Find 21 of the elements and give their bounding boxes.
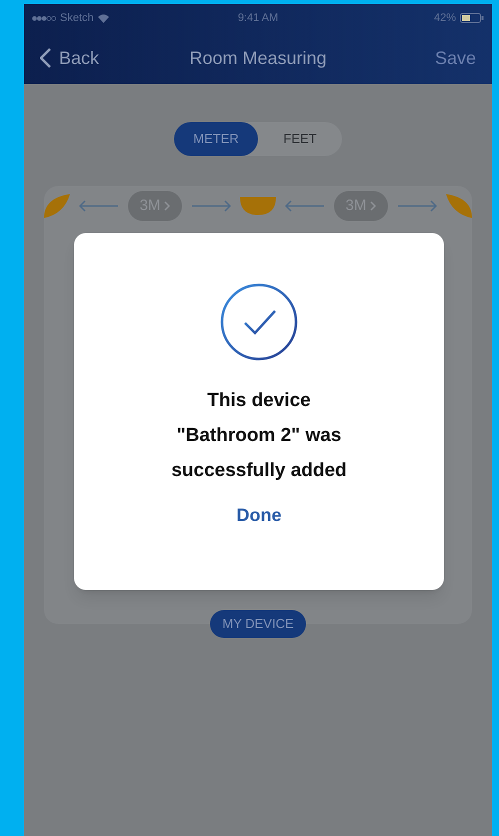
signal-icon	[32, 16, 56, 20]
chevron-right-icon	[164, 201, 170, 211]
clock-time: 9:41 AM	[238, 10, 278, 26]
carrier-name: Sketch	[60, 10, 94, 26]
unit-tab[interactable]: FEET	[258, 122, 342, 156]
chevron-right-icon	[370, 201, 376, 211]
my-device-button[interactable]: MY DEVICE	[210, 610, 306, 638]
save-button[interactable]: Save	[366, 44, 476, 72]
sensor-icon	[240, 197, 276, 215]
screen-title: Room Measuring	[189, 46, 327, 70]
wifi-icon	[98, 14, 109, 22]
sensor-icon	[44, 194, 70, 218]
back-button[interactable]: Back	[40, 44, 150, 72]
chevron-left-icon	[40, 48, 51, 68]
unit-tab[interactable]: METER	[174, 122, 258, 156]
check-circle-icon	[220, 283, 298, 361]
battery-percent: 42%	[434, 10, 456, 26]
success-message: This device "Bathroom 2" was successfully added	[171, 389, 347, 483]
battery-icon	[460, 13, 484, 23]
done-button[interactable]: Done	[228, 502, 290, 529]
sensor-icon	[446, 194, 472, 218]
